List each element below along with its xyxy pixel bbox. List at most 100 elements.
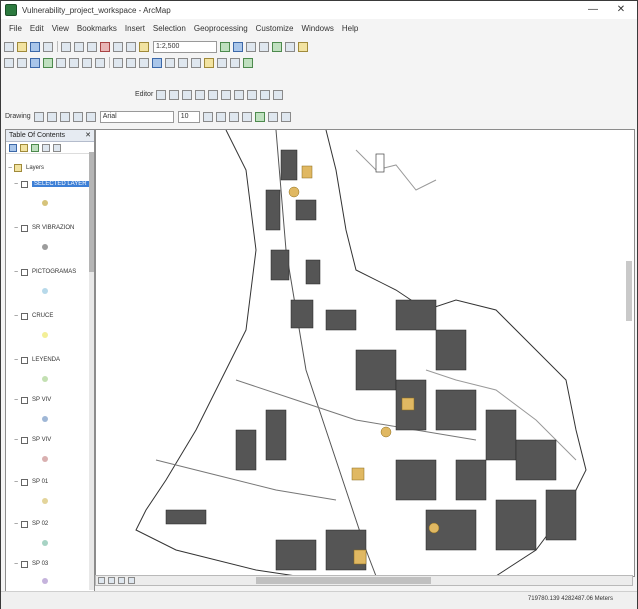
data-view-icon[interactable] [98,577,105,584]
forward-extent-icon[interactable] [95,57,105,68]
html-popup-icon[interactable] [217,57,227,68]
select-elements-icon[interactable] [139,57,149,68]
straight-segment-icon[interactable] [169,89,180,100]
find-icon[interactable] [165,57,175,68]
map-scrollbar-thumb[interactable] [256,577,431,584]
map-vertical-scrollbar[interactable] [626,261,632,321]
toc-root-layers[interactable]: − Layers [6,162,86,174]
python-icon[interactable] [285,41,295,52]
open-icon[interactable] [17,41,27,52]
clear-selection-icon[interactable] [126,57,136,68]
toc-layer-item[interactable]: − SP 02 [12,518,92,530]
undo-icon[interactable] [113,41,123,52]
table-of-contents-icon[interactable] [233,41,243,52]
bold-icon[interactable] [202,111,213,122]
editor-menu[interactable]: Editor [135,91,153,98]
refresh-icon[interactable] [118,577,125,584]
save-icon[interactable] [30,41,40,52]
toc-layer-item[interactable]: − SP VIV [12,394,92,406]
back-extent-icon[interactable] [82,57,92,68]
toc-layer-item[interactable]: − SELECTED LAYER [12,178,92,190]
toc-scrollbar-thumb[interactable] [89,152,94,272]
reshape-icon[interactable] [208,89,219,100]
layer-visibility-checkbox[interactable] [21,224,28,232]
create-features-icon[interactable] [273,89,284,100]
toc-layer-item[interactable]: − CRUCE [12,310,92,322]
list-by-drawing-order-icon[interactable] [9,143,17,152]
end-point-arc-icon[interactable] [182,89,193,100]
collapse-icon[interactable]: − [12,313,20,320]
fill-color-icon[interactable] [254,111,265,122]
toc-layer-item[interactable]: − SP 03 [12,558,92,570]
editor-toolbar-icon[interactable] [220,41,230,52]
toc-layer-item[interactable]: − SP VIV [12,434,92,446]
rectangle-icon[interactable] [72,111,83,122]
layer-visibility-checkbox[interactable] [21,396,28,404]
map-canvas[interactable] [96,130,634,576]
menu-edit[interactable]: Edit [30,24,44,33]
collapse-icon[interactable]: − [12,521,20,528]
rotate-element-icon[interactable] [46,111,57,122]
toc-layer-item[interactable]: − SP 01 [12,476,92,488]
split-icon[interactable] [221,89,232,100]
list-by-selection-icon[interactable] [42,143,50,152]
measure-icon[interactable] [191,57,201,68]
add-data-icon[interactable] [139,41,149,52]
hyperlink-icon[interactable] [204,57,214,68]
collapse-icon[interactable]: − [12,437,20,444]
toc-layer-item[interactable]: − LEYENDA [12,354,92,366]
layer-visibility-checkbox[interactable] [21,312,28,320]
toc-close-icon[interactable]: ✕ [85,130,91,141]
collapse-icon[interactable]: − [12,181,20,188]
toc-scrollbar[interactable] [89,152,94,590]
close-icon[interactable]: ✕ [613,3,629,17]
collapse-icon[interactable]: − [12,397,20,404]
scale-combo[interactable]: 1:2,500 [153,40,217,53]
font-size-combo[interactable]: 10 [177,110,200,123]
italic-icon[interactable] [215,111,226,122]
collapse-icon[interactable]: − [12,269,20,276]
rotate-icon[interactable] [234,89,245,100]
layer-visibility-checkbox[interactable] [21,180,28,188]
redo-icon[interactable] [126,41,136,52]
minimize-icon[interactable]: — [585,3,601,17]
marker-color-icon[interactable] [280,111,291,122]
font-color-icon[interactable] [241,111,252,122]
attributes-icon[interactable] [247,89,258,100]
text-tool-icon[interactable] [85,111,96,122]
trace-icon[interactable] [195,89,206,100]
time-slider-icon[interactable] [230,57,240,68]
menu-customize[interactable]: Customize [256,24,294,33]
layer-visibility-checkbox[interactable] [21,520,28,528]
collapse-icon[interactable]: − [12,357,20,364]
model-builder-icon[interactable] [298,41,308,52]
select-features-icon[interactable] [113,57,123,68]
zoom-whole-page-icon[interactable] [59,111,70,122]
toc-options-icon[interactable] [53,143,61,152]
list-by-source-icon[interactable] [20,143,28,152]
sketch-properties-icon[interactable] [260,89,271,100]
arctoolbox-icon[interactable] [272,41,282,52]
toc-layer-item[interactable]: − PICTOGRAMAS [12,266,92,278]
layer-visibility-checkbox[interactable] [21,268,28,276]
layer-visibility-checkbox[interactable] [21,478,28,486]
go-to-xy-icon[interactable] [178,57,188,68]
menu-insert[interactable]: Insert [125,24,145,33]
layer-visibility-checkbox[interactable] [21,436,28,444]
zoom-out-icon[interactable] [17,57,27,68]
search-window-icon[interactable] [259,41,269,52]
identify-icon[interactable] [152,57,162,68]
collapse-icon[interactable]: − [12,479,20,486]
toc-layer-item[interactable]: − SR VIBRAZION [12,222,92,234]
print-icon[interactable] [43,41,53,52]
menu-bookmarks[interactable]: Bookmarks [77,24,117,33]
map-view[interactable] [95,129,635,577]
menu-windows[interactable]: Windows [301,24,333,33]
viewer-window-icon[interactable] [243,57,253,68]
layer-visibility-checkbox[interactable] [21,560,28,568]
paste-icon[interactable] [87,41,97,52]
fixed-zoom-in-icon[interactable] [56,57,66,68]
menu-help[interactable]: Help [342,24,358,33]
select-element-icon[interactable] [33,111,44,122]
layout-view-icon[interactable] [108,577,115,584]
